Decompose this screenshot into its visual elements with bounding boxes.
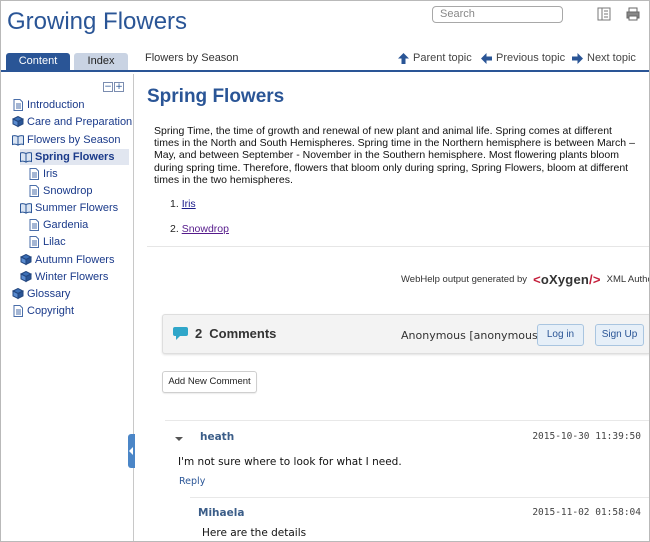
comment-date: 2015-10-30 11:39:50 [532,431,641,442]
collapse-all-icon[interactable]: − [103,82,113,92]
site-title[interactable]: Growing Flowers [7,8,187,36]
book-closed-icon [20,271,32,283]
generated-by: WebHelp output generated by <oXygen/> XM… [401,272,649,287]
toc-item-gardenia[interactable]: Gardenia [28,217,88,233]
signup-button[interactable]: Sign Up [595,324,644,346]
link-iris[interactable]: Iris [182,198,196,210]
topic-paragraph: Spring Time, the time of growth and rene… [154,125,635,186]
book-closed-icon [20,254,32,266]
arrow-right-icon [572,52,583,64]
link-snowdrop[interactable]: Snowdrop [182,223,229,235]
list-item: 2. Snowdrop [170,223,229,235]
book-open-icon [20,203,32,214]
toc-icon[interactable] [597,7,611,21]
comments-header: 2 Comments Anonymous [anonymous] Log in … [162,314,649,354]
list-number: 1. [170,198,179,210]
comment-author: Mihaela [198,507,245,519]
page-icon [29,219,39,231]
parent-topic-label: Parent topic [413,52,472,64]
toc-item-iris[interactable]: Iris [28,166,58,182]
search-input[interactable]: Search [432,6,563,23]
toc-label: Snowdrop [43,185,93,197]
comment-date: 2015-11-02 01:58:04 [532,507,641,518]
toc-item-spring-flowers[interactable]: Spring Flowers [20,149,129,165]
parent-topic-link[interactable]: Parent topic [398,52,472,64]
toc-item-snowdrop[interactable]: Snowdrop [28,183,93,199]
topic-title: Spring Flowers [147,86,285,107]
toc-item-introduction[interactable]: Introduction [12,97,84,113]
toc-item-glossary[interactable]: Glossary [12,286,70,302]
comments-count: 2 Comments [173,326,276,341]
next-topic-link[interactable]: Next topic [572,52,636,64]
toc-label: Copyright [27,305,75,317]
tab-row: Content Index Flowers by Season Parent t… [1,49,649,72]
topic-content: Spring Flowers Spring Time, the time of … [135,74,649,541]
toc-label: Autumn Flowers [35,254,115,266]
page-icon [29,168,39,180]
current-user: Anonymous [anonymous] [401,329,543,342]
toc-label: Spring Flowers [35,151,115,163]
toc-expand-collapse: − + [103,82,124,92]
toc-label: Gardenia [43,219,89,231]
generated-suffix: XML Author [606,274,649,285]
oxygen-logo[interactable]: <oXygen/> [533,272,601,287]
book-closed-icon [12,288,24,300]
arrow-left-icon [481,52,492,64]
comments-number: 2 [195,326,203,341]
toc-item-copyright[interactable]: Copyright [12,303,74,319]
comment-author: heath [200,431,235,443]
book-open-icon [12,135,24,146]
sidebar-collapse-handle[interactable] [128,434,135,468]
toc-sidebar: − + Introduction Care and Preparation Fl… [1,74,135,541]
comment-bubble-icon [173,327,188,340]
toc-item-summer-flowers[interactable]: Summer Flowers [20,200,118,216]
divider [147,246,649,247]
tab-content[interactable]: Content [6,53,70,70]
page-icon [13,99,23,111]
toc-label: Care and Preparation [27,116,133,128]
page-icon [29,185,39,197]
toc-item-flowers-by-season[interactable]: Flowers by Season [12,132,121,148]
previous-topic-link[interactable]: Previous topic [481,52,565,64]
toc-label: Winter Flowers [35,271,109,283]
toc-label: Iris [43,168,58,180]
collapse-triangle-icon[interactable] [175,437,183,441]
toc-item-winter-flowers[interactable]: Winter Flowers [20,269,108,285]
page-icon [13,305,23,317]
list-number: 2. [170,223,179,235]
comment-text: I'm not sure where to look for what I ne… [178,456,402,468]
header: Growing Flowers Search [1,1,649,43]
book-open-icon [20,152,32,163]
toc-label: Summer Flowers [35,202,119,214]
comment-item: heath 2015-10-30 11:39:50 I'm not sure w… [165,420,649,497]
comment-text: Here are the details [202,527,307,539]
toc-label: Flowers by Season [27,134,121,146]
breadcrumb[interactable]: Flowers by Season [145,52,239,64]
toc-label: Glossary [27,288,71,300]
toc-label: Lilac [43,236,66,248]
arrow-up-icon [398,52,409,64]
page-icon [29,236,39,248]
toc-label: Introduction [27,99,85,111]
help-window: Growing Flowers Search Content Index Flo… [0,0,650,542]
toc-item-autumn-flowers[interactable]: Autumn Flowers [20,252,114,268]
toc-item-lilac[interactable]: Lilac [28,234,66,250]
comments-label: Comments [209,326,277,341]
next-topic-label: Next topic [587,52,636,64]
generated-text: WebHelp output generated by [401,274,528,285]
tab-index[interactable]: Index [74,53,128,70]
add-comment-button[interactable]: Add New Comment [162,371,257,393]
expand-all-icon[interactable]: + [114,82,124,92]
comment-item: Mihaela 2015-11-02 01:58:04 Here are the… [190,497,649,541]
print-icon[interactable] [626,7,640,21]
login-button[interactable]: Log in [537,324,584,346]
toc-item-care-and-preparation[interactable]: Care and Preparation [12,114,132,130]
list-item: 1. Iris [170,198,196,210]
book-closed-icon [12,116,24,128]
reply-link[interactable]: Reply [179,476,205,487]
previous-topic-label: Previous topic [496,52,566,64]
